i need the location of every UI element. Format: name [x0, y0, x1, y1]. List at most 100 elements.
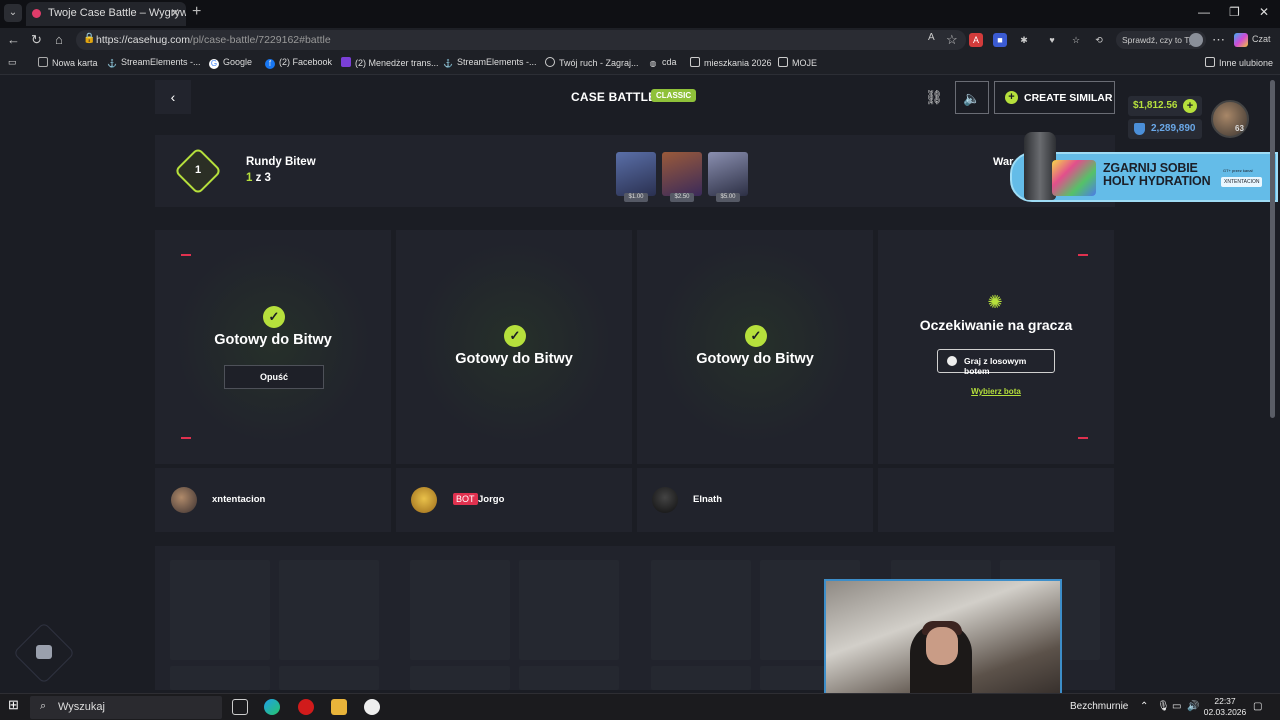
bookmark-item[interactable]: G Google [209, 57, 252, 69]
copilot-icon[interactable] [1234, 33, 1248, 47]
adblock-icon[interactable]: A [969, 33, 983, 47]
play-random-bot-button[interactable]: Graj z losowym botem [937, 349, 1055, 376]
windows-taskbar: ⊞ ⌕ Wyszukaj Bezchmurnie ⌃ 🎙 ▭ 🔊 22:37 0… [0, 693, 1280, 720]
browser-tab[interactable]: Twoje Case Battle – Wygrywaj skin ✕ [26, 2, 186, 26]
taskbar-search[interactable]: ⌕ Wyszukaj [30, 696, 222, 719]
rounds-progress: 1 z 3 [246, 172, 271, 184]
volume-icon[interactable]: 🔊 [1187, 701, 1199, 712]
bot-icon [947, 356, 957, 366]
bookmarks-menu-icon[interactable]: ▭ [8, 57, 17, 68]
case-thumbnail[interactable] [708, 152, 748, 196]
bookmark-item[interactable]: Nowa karta [38, 57, 98, 68]
page-title: CASE BATTLE [571, 90, 657, 104]
item-slot [279, 560, 379, 660]
bookmark-item[interactable]: Twój ruch - Zagraj... [545, 57, 639, 68]
streamer-face [926, 627, 958, 665]
opera-icon[interactable] [298, 699, 314, 715]
coins-value: 2,289,890 [1151, 123, 1196, 134]
team-marker [1078, 437, 1088, 439]
bot-badge: BOT [453, 493, 478, 505]
bookmark-item[interactable]: (2) Menedżer trans... [341, 57, 439, 68]
more-menu-icon[interactable]: ⋯ [1212, 32, 1225, 48]
microphone-icon[interactable]: 🎙 [1157, 701, 1170, 712]
case-thumbnail[interactable] [662, 152, 702, 196]
reload-icon[interactable]: ↻ [31, 32, 42, 48]
balance-display: $1,812.56 + [1128, 96, 1202, 116]
globe-icon: ◍ [649, 59, 657, 68]
chess-icon [545, 57, 555, 67]
notifications-icon[interactable]: ▢ [1253, 701, 1262, 712]
new-tab-icon[interactable]: + [192, 3, 201, 21]
link-icon: ⛓ [925, 89, 943, 105]
player-slot-card [637, 230, 873, 464]
favorite-star-icon[interactable]: ☆ [946, 32, 958, 48]
twitch-icon [341, 57, 351, 67]
site-favicon-icon [32, 9, 41, 18]
profile-check-pill[interactable]: Sprawdź, czy to Ty [1116, 31, 1206, 49]
avatar[interactable] [652, 487, 678, 513]
ready-check-icon: ✓ [504, 325, 526, 347]
bookmark-item[interactable]: ◍ cda [648, 57, 677, 69]
file-explorer-icon[interactable] [331, 699, 347, 715]
close-window-icon[interactable]: ✕ [1259, 5, 1269, 19]
avatar[interactable] [171, 487, 197, 513]
extensions-puzzle-icon[interactable]: ✱ [1017, 33, 1031, 47]
read-aloud-icon[interactable]: A [928, 32, 935, 43]
minimize-icon[interactable]: — [1198, 5, 1210, 19]
create-similar-button[interactable]: + CREATE SIMILAR [994, 81, 1115, 114]
bookmark-item[interactable]: MOJE [778, 57, 817, 68]
avatar[interactable] [411, 487, 437, 513]
google-icon: G [209, 59, 219, 69]
player-name[interactable]: Jorgo [478, 494, 504, 505]
leave-button[interactable]: Opuść [224, 365, 324, 389]
case-thumbnail[interactable] [616, 152, 656, 196]
address-bar[interactable]: 🔒 https://casehug.com/pl/case-battle/722… [76, 30, 966, 50]
rounds-label: Rundy Bitew [246, 156, 316, 168]
tab-actions-icon[interactable]: ⌄ [4, 4, 22, 22]
page-scrollbar[interactable] [1270, 80, 1275, 418]
obs-icon[interactable] [364, 699, 380, 715]
clock-date: 02.03.2026 [1203, 707, 1247, 717]
player-name[interactable]: Elnath [693, 494, 722, 505]
maximize-icon[interactable]: ❐ [1229, 5, 1240, 19]
user-level: 63 [1235, 124, 1244, 133]
edge-browser-icon[interactable] [264, 699, 280, 715]
bookmark-item[interactable]: mieszkania 2026 [690, 57, 772, 68]
other-bookmarks[interactable]: Inne ulubione [1205, 57, 1273, 68]
browser-tab-bar: ⌄ Twoje Case Battle – Wygrywaj skin ✕ + … [0, 0, 1280, 28]
share-link-button[interactable]: ⛓ [917, 81, 951, 114]
back-arrow-icon[interactable]: ← [7, 32, 20, 47]
extension-icon[interactable]: ■ [993, 33, 1007, 47]
home-icon[interactable]: ⌂ [55, 32, 63, 47]
weather-text[interactable]: Bezchmurnie [1070, 701, 1128, 712]
sound-toggle-button[interactable]: 🔈 [955, 81, 989, 114]
history-icon[interactable]: ⟲ [1092, 33, 1106, 47]
back-button[interactable]: ‹ [155, 80, 191, 114]
player-ready-status: Gotowy do Bitwy [696, 351, 814, 367]
balance-value: $1,812.56 [1133, 100, 1178, 111]
case-price: $2.50 [670, 193, 694, 202]
bookmark-item[interactable]: f (2) Facebook [265, 57, 332, 69]
favorites-icon[interactable]: ☆ [1069, 33, 1083, 47]
copilot-chat-label[interactable]: Czat [1252, 34, 1271, 44]
browser-essentials-icon[interactable]: ♥ [1045, 33, 1059, 47]
system-clock[interactable]: 22:37 02.03.2026 [1200, 696, 1250, 718]
bookmark-item[interactable]: ⚓ StreamElements -... [107, 57, 201, 69]
player-name[interactable]: xntentacion [212, 494, 265, 505]
case-price: $1.00 [624, 193, 648, 202]
network-icon[interactable]: ▭ [1172, 701, 1181, 712]
deposit-plus-icon[interactable]: + [1183, 99, 1197, 113]
player-ready-status: Gotowy do Bitwy [455, 351, 573, 367]
speaker-icon: 🔈 [963, 90, 981, 106]
tray-chevron-icon[interactable]: ⌃ [1140, 701, 1148, 712]
choose-bot-link[interactable]: Wybierz bota [878, 387, 1114, 396]
chat-icon [36, 645, 52, 659]
close-tab-icon[interactable]: ✕ [170, 6, 180, 20]
player-slot-card [878, 230, 1114, 464]
loading-spinner-icon: ✺ [987, 292, 1003, 312]
task-view-icon[interactable] [232, 699, 248, 715]
bookmark-item[interactable]: ⚓ StreamElements -... [443, 57, 537, 69]
start-windows-icon[interactable]: ⊞ [8, 697, 24, 713]
page-icon [38, 57, 48, 67]
product-pack-image [1052, 160, 1096, 196]
